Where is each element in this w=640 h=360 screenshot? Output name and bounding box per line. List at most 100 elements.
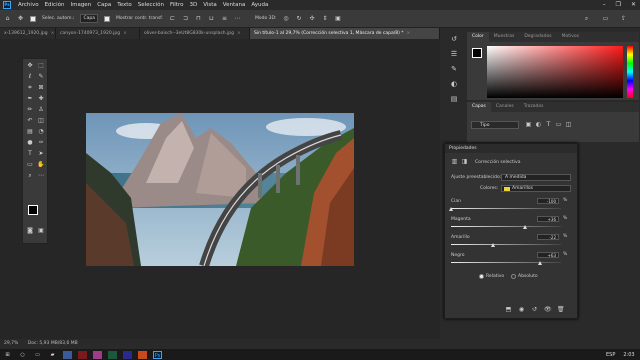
tab-doc-2[interactable]: canyon-1740973_1920.jpg × [56, 28, 140, 39]
roll-3d-icon[interactable]: ↻ [296, 15, 303, 22]
home-icon[interactable]: ⌂ [4, 15, 11, 22]
properties-panel-icon[interactable]: ☰ [448, 48, 460, 60]
more-options-icon[interactable]: ⋯ [234, 15, 241, 22]
auto-select-dropdown[interactable]: Capa [80, 14, 98, 23]
app-icon-3[interactable] [93, 350, 102, 359]
auto-select-checkbox[interactable] [30, 15, 36, 22]
tab-color[interactable]: Color [467, 32, 489, 42]
view-previous-icon[interactable]: ◉ [518, 306, 525, 313]
app-icon-2[interactable] [78, 350, 87, 359]
tab-muestras[interactable]: Muestras [489, 32, 520, 42]
gradient-tool-icon[interactable]: ▤ [26, 128, 34, 136]
document-image[interactable] [86, 113, 354, 266]
radio-relative[interactable] [479, 274, 484, 279]
align-left-icon[interactable]: ⊏ [169, 15, 176, 22]
filter-smart-icon[interactable]: ◫ [565, 121, 572, 128]
menu-filtro[interactable]: Filtro [167, 2, 186, 8]
slider-track[interactable] [451, 208, 561, 209]
pan-3d-icon[interactable]: ✣ [309, 15, 316, 22]
zoom-level[interactable]: 29,7% [4, 341, 18, 346]
menu-ventana[interactable]: Ventana [220, 2, 249, 8]
align-center-icon[interactable]: ⊐ [182, 15, 189, 22]
tab-motivos[interactable]: Motivos [557, 32, 584, 42]
type-tool-icon[interactable]: T [26, 150, 34, 158]
clock[interactable]: 2:03 [621, 351, 637, 359]
distribute-icon[interactable]: ≡ [221, 15, 228, 22]
foreground-color-swatch[interactable] [28, 205, 38, 215]
hand-tool-icon[interactable]: ✋ [37, 161, 45, 169]
slide-3d-icon[interactable]: ⇕ [322, 15, 329, 22]
quick-select-tool-icon[interactable]: ✎ [37, 73, 45, 81]
eyedropper-tool-icon[interactable]: ✒ [26, 95, 34, 103]
filter-type-icon[interactable]: T [545, 121, 552, 128]
visibility-icon[interactable]: 👁 [544, 306, 552, 313]
radio-absolute[interactable] [511, 274, 516, 279]
tab-doc-active[interactable]: Sin título-1 al 29,7% (Corrección select… [250, 28, 440, 39]
tab-degradados[interactable]: Degradados [519, 32, 556, 42]
filter-adjust-icon[interactable]: ◐ [535, 121, 542, 128]
menu-capa[interactable]: Capa [94, 2, 114, 8]
shape-tool-icon[interactable]: ▭ [26, 161, 34, 169]
menu-archivo[interactable]: Archivo [15, 2, 42, 8]
minimize-button[interactable]: – [603, 1, 606, 8]
slider-thumb[interactable] [538, 261, 543, 265]
search-icon[interactable]: ○ [18, 351, 27, 359]
file-explorer-icon[interactable]: ▰ [48, 351, 57, 359]
lang-indicator[interactable]: ESP [606, 351, 615, 359]
slider-value[interactable]: -22 [537, 234, 559, 240]
colors-dropdown[interactable]: Amarillos [501, 185, 571, 192]
quick-mask-icon[interactable]: ◙ [26, 227, 34, 235]
color-picker-field[interactable] [487, 46, 623, 98]
fg-swatch[interactable] [472, 48, 482, 58]
tab-capas[interactable]: Capas [467, 102, 491, 112]
zoom-tool-icon[interactable]: ⌕ [26, 172, 34, 180]
slider-thumb[interactable] [448, 207, 453, 211]
path-select-icon[interactable]: ➤ [37, 150, 45, 158]
share-icon[interactable]: ⇪ [620, 15, 627, 22]
app-icon-1[interactable] [63, 350, 72, 359]
menu-seleccion[interactable]: Selección [135, 2, 167, 8]
libraries-panel-icon[interactable]: ▤ [448, 93, 460, 105]
menu-ayuda[interactable]: Ayuda [248, 2, 271, 8]
tab-canales[interactable]: Canales [491, 102, 519, 112]
slider-value[interactable]: +36 [537, 216, 559, 222]
windows-start-icon[interactable]: ⊞ [3, 351, 12, 359]
close-icon[interactable]: × [237, 31, 241, 36]
adjustments-panel-icon[interactable]: ◐ [448, 78, 460, 90]
layer-filter-dropdown[interactable]: Tipo [471, 121, 519, 129]
tab-trazados[interactable]: Trazados [519, 102, 549, 112]
app-icon-4[interactable] [108, 350, 117, 359]
scale-3d-icon[interactable]: ▣ [335, 15, 342, 22]
slider-track[interactable] [451, 226, 561, 227]
menu-vista[interactable]: Vista [200, 2, 220, 8]
slider-track[interactable] [451, 262, 561, 263]
slider-value[interactable]: -100 [537, 198, 559, 204]
marquee-tool-icon[interactable]: ⬚ [37, 62, 45, 70]
menu-edicion[interactable]: Edición [42, 2, 68, 8]
dodge-tool-icon[interactable]: ● [26, 139, 34, 147]
brush-panel-icon[interactable]: ✎ [448, 63, 460, 75]
more-tools-icon[interactable]: ⋯ [37, 172, 45, 180]
pen-tool-icon[interactable]: ✑ [37, 139, 45, 147]
move-tool-icon[interactable]: ✥ [26, 62, 34, 70]
align-right-icon[interactable]: ⊓ [195, 15, 202, 22]
slider-thumb[interactable] [523, 225, 528, 229]
brush-tool-icon[interactable]: ✏ [26, 106, 34, 114]
align-top-icon[interactable]: ⊔ [208, 15, 215, 22]
healing-tool-icon[interactable]: ✚ [37, 95, 45, 103]
menu-texto[interactable]: Texto [114, 2, 135, 8]
blur-tool-icon[interactable]: ◔ [37, 128, 45, 136]
maximize-button[interactable]: ❐ [616, 1, 621, 8]
move-tool-icon[interactable]: ✥ [17, 15, 24, 22]
slider-value[interactable]: +63 [537, 252, 559, 258]
tab-doc-3[interactable]: oliver-baisch--3eUt8G830k-unsplash.jpg × [140, 28, 250, 39]
history-panel-icon[interactable]: ↺ [448, 33, 460, 45]
filter-shape-icon[interactable]: ▭ [555, 121, 562, 128]
menu-3d[interactable]: 3D [186, 2, 200, 8]
mask-icon[interactable]: ◨ [461, 158, 468, 165]
slider-thumb[interactable] [491, 243, 496, 247]
slider-track[interactable] [451, 244, 561, 245]
workspace-icon[interactable]: ▭ [602, 15, 609, 22]
close-icon[interactable]: × [407, 31, 411, 36]
stamp-tool-icon[interactable]: ♙ [37, 106, 45, 114]
